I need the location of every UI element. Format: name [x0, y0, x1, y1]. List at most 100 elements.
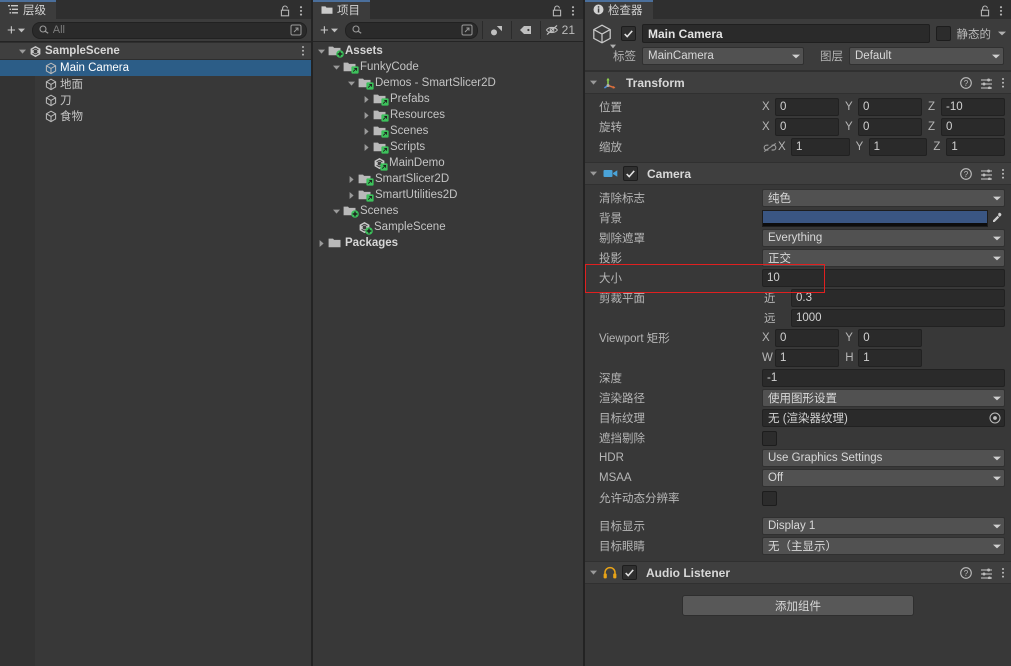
dropdown-MSAA[interactable]: Off: [762, 469, 1005, 487]
preset-icon[interactable]: [980, 168, 993, 180]
dropdown-渲染路径[interactable]: 使用图形设置: [762, 389, 1005, 407]
kebab-menu-icon[interactable]: [1001, 168, 1005, 180]
number-field-w[interactable]: 1: [775, 349, 840, 367]
project-item-assets[interactable]: Assets: [313, 43, 583, 59]
chevron-down-icon[interactable]: [332, 63, 341, 72]
hierarchy-item-刀[interactable]: 刀: [0, 92, 311, 108]
tab-project[interactable]: 项目: [313, 0, 370, 19]
dropdown-目标眼睛[interactable]: 无（主显示）: [762, 537, 1005, 555]
project-item-scenes[interactable]: Scenes: [313, 203, 583, 219]
chevron-right-icon[interactable]: [362, 95, 371, 104]
project-search-input[interactable]: [365, 24, 457, 36]
component-header-camera[interactable]: Camera?: [585, 162, 1011, 185]
chevron-down-icon[interactable]: [18, 47, 27, 56]
object-picker-icon[interactable]: [989, 412, 1001, 424]
hierarchy-search-input[interactable]: [52, 24, 286, 36]
hierarchy-search[interactable]: [31, 21, 307, 39]
number-field-z[interactable]: 0: [941, 118, 1005, 136]
gameobject-cube-icon[interactable]: [589, 21, 616, 48]
chevron-right-icon[interactable]: [362, 111, 371, 120]
tab-hierarchy[interactable]: 层级: [0, 0, 56, 19]
hierarchy-item-地面[interactable]: 地面: [0, 76, 311, 92]
chevron-right-icon[interactable]: [347, 191, 356, 200]
kebab-menu-icon[interactable]: [1001, 77, 1005, 89]
background-color-swatch[interactable]: [762, 209, 988, 227]
kebab-menu-icon[interactable]: [571, 5, 575, 17]
dropdown-剔除遮罩[interactable]: Everything: [762, 229, 1005, 247]
project-item-smartslicer2d[interactable]: SmartSlicer2D: [313, 171, 583, 187]
search-expand-icon[interactable]: [290, 24, 302, 36]
number-field-y[interactable]: 0: [858, 98, 922, 116]
number-field-h[interactable]: 1: [858, 349, 923, 367]
chevron-down-icon[interactable]: [998, 31, 1006, 36]
dropdown-目标显示[interactable]: Display 1: [762, 517, 1005, 535]
search-expand-icon[interactable]: [461, 24, 473, 36]
component-header-audio-listener[interactable]: Audio Listener?: [585, 561, 1011, 584]
dropdown-清除标志[interactable]: 纯色: [762, 189, 1005, 207]
project-item-funkycode[interactable]: FunkyCode: [313, 59, 583, 75]
property-checkbox[interactable]: [762, 430, 777, 446]
gameobject-name-field[interactable]: Main Camera: [642, 24, 930, 43]
chevron-right-icon[interactable]: [362, 127, 371, 136]
hierarchy-item-食物[interactable]: 食物: [0, 108, 311, 124]
dropdown-HDR[interactable]: Use Graphics Settings: [762, 449, 1005, 467]
preset-icon[interactable]: [980, 77, 993, 89]
create-gameobject-button[interactable]: +: [4, 22, 28, 39]
project-item-smartutilities2d[interactable]: SmartUtilities2D: [313, 187, 583, 203]
project-search[interactable]: [344, 21, 478, 39]
layer-dropdown[interactable]: Default: [849, 47, 1004, 65]
component-header-transform[interactable]: Transform?: [585, 71, 1011, 94]
hierarchy-item-samplescene[interactable]: SampleScene: [0, 42, 311, 60]
project-item-demos-smartslicer2d[interactable]: Demos - SmartSlicer2D: [313, 75, 583, 91]
hidden-packages-count[interactable]: 21: [545, 23, 579, 37]
object-field[interactable]: 无 (渲染器纹理): [762, 409, 1005, 427]
number-field-x[interactable]: 0: [775, 98, 839, 116]
dropdown-投影[interactable]: 正交: [762, 249, 1005, 267]
number-field[interactable]: 1000: [791, 309, 1005, 327]
property-checkbox[interactable]: [762, 490, 777, 506]
chevron-right-icon[interactable]: [317, 239, 326, 248]
kebab-menu-icon[interactable]: [299, 5, 303, 17]
number-field[interactable]: 0.3: [791, 289, 1005, 307]
component-enabled-checkbox[interactable]: [623, 166, 638, 181]
kebab-menu-icon[interactable]: [1001, 567, 1005, 579]
number-field-x[interactable]: 0: [775, 118, 839, 136]
help-icon[interactable]: ?: [960, 167, 972, 180]
number-field-y[interactable]: 1: [868, 138, 928, 156]
chevron-down-icon[interactable]: [317, 47, 326, 56]
number-field-x[interactable]: 0: [775, 329, 840, 347]
project-item-scripts[interactable]: Scripts: [313, 139, 583, 155]
number-field-y[interactable]: 0: [858, 118, 922, 136]
project-item-scenes[interactable]: Scenes: [313, 123, 583, 139]
help-icon[interactable]: ?: [960, 566, 972, 579]
number-field-y[interactable]: 0: [858, 329, 923, 347]
chevron-down-icon[interactable]: [332, 207, 341, 216]
hierarchy-item-main-camera[interactable]: Main Camera: [0, 60, 311, 76]
filter-by-label-icon[interactable]: [516, 21, 536, 39]
tab-inspector[interactable]: 检查器: [585, 0, 653, 19]
create-asset-button[interactable]: +: [317, 22, 341, 39]
number-field-x[interactable]: 1: [791, 138, 850, 156]
filter-by-type-icon[interactable]: [487, 21, 507, 39]
number-field[interactable]: 10: [762, 269, 1005, 287]
add-component-button[interactable]: 添加组件: [682, 595, 914, 616]
number-field-z[interactable]: 1: [946, 138, 1006, 156]
link-broken-icon[interactable]: [762, 142, 778, 153]
component-enabled-checkbox[interactable]: [622, 565, 637, 580]
project-item-samplescene[interactable]: SampleScene: [313, 219, 583, 235]
number-field[interactable]: -1: [762, 369, 1005, 387]
gameobject-active-checkbox[interactable]: [621, 26, 636, 41]
chevron-down-icon[interactable]: [589, 169, 598, 178]
project-item-prefabs[interactable]: Prefabs: [313, 91, 583, 107]
chevron-down-icon[interactable]: [589, 78, 598, 87]
number-field-z[interactable]: -10: [941, 98, 1005, 116]
chevron-down-icon[interactable]: [589, 568, 598, 577]
lock-icon[interactable]: [980, 5, 990, 17]
chevron-down-icon[interactable]: [347, 79, 356, 88]
project-item-resources[interactable]: Resources: [313, 107, 583, 123]
chevron-right-icon[interactable]: [362, 143, 371, 152]
kebab-menu-icon[interactable]: [301, 45, 305, 60]
kebab-menu-icon[interactable]: [999, 5, 1003, 17]
chevron-right-icon[interactable]: [347, 175, 356, 184]
static-checkbox[interactable]: [935, 26, 951, 41]
